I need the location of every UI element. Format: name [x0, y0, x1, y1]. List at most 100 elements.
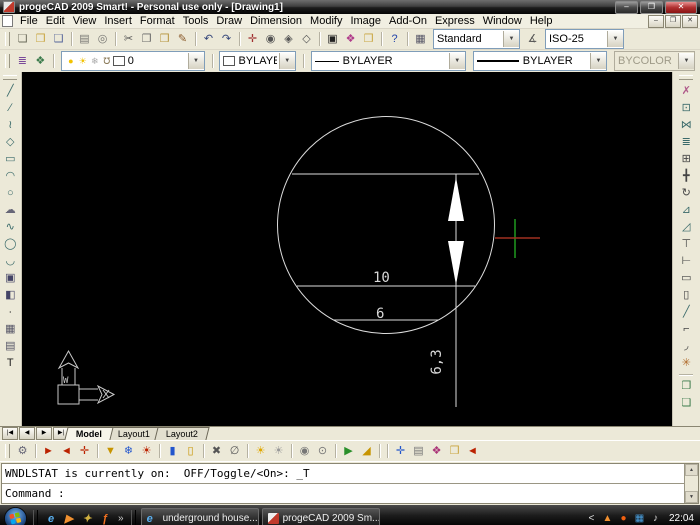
mdi-restore-button[interactable]: ❐	[665, 15, 681, 28]
padlock-closed-icon[interactable]: ▮	[164, 444, 181, 459]
padlock-open-icon[interactable]: ▯	[182, 444, 199, 459]
fillet-icon[interactable]: ◞	[678, 338, 695, 354]
cut-icon[interactable]: ✂	[120, 32, 137, 47]
group-icon[interactable]: ❏	[678, 395, 695, 411]
text-style-combo[interactable]: Standard ▼	[433, 29, 520, 49]
yellow-folder-icon[interactable]: ❒	[446, 444, 463, 459]
grey-sun-all-icon[interactable]: ☀	[270, 444, 287, 459]
edit-polyline-icon[interactable]: ▯	[678, 287, 695, 303]
match-properties-icon[interactable]: ✎	[174, 32, 191, 47]
zoom-realtime-icon[interactable]: ◉	[262, 32, 279, 47]
chevron-down-icon[interactable]: ▼	[607, 31, 623, 47]
chevron-down-icon[interactable]: ▼	[188, 53, 204, 69]
chevron-down-icon[interactable]: ▼	[449, 53, 465, 69]
restore-button[interactable]: ❐	[640, 1, 663, 14]
copy-icon[interactable]: ❐	[138, 32, 155, 47]
minimize-button[interactable]: –	[615, 1, 638, 14]
design-center-icon[interactable]: ❖	[342, 32, 359, 47]
volume-icon[interactable]: ♪	[649, 512, 662, 525]
mdi-minimize-button[interactable]: –	[648, 15, 664, 28]
menu-insert[interactable]: Insert	[100, 15, 136, 27]
undo-icon[interactable]: ↶	[200, 32, 217, 47]
chevron-down-icon[interactable]: ▼	[503, 31, 519, 47]
overflow-chevron-icon[interactable]: »	[116, 513, 126, 524]
stretch-icon[interactable]: ◿	[678, 219, 695, 235]
arc-icon[interactable]: ◠	[2, 168, 19, 184]
prev-tab-button[interactable]: ◀	[19, 427, 35, 440]
text-icon[interactable]: T	[2, 355, 19, 371]
new-icon[interactable]: ❏	[14, 32, 31, 47]
copy-object-icon[interactable]: ⊡	[678, 100, 695, 116]
clock[interactable]: 22:04	[669, 513, 694, 524]
layer-padlock-open-icon[interactable]: ℧	[101, 55, 113, 67]
circle-ring-icon[interactable]: ⊙	[314, 444, 331, 459]
command-input-line[interactable]: Command :	[2, 484, 684, 503]
toolbar-grip[interactable]	[5, 32, 10, 46]
chamfer-icon[interactable]: ⌐	[678, 321, 695, 337]
toolbar-grip[interactable]	[5, 54, 10, 68]
menu-image[interactable]: Image	[346, 15, 385, 27]
layer-viewport-freeze-icon[interactable]: ❄	[89, 55, 101, 67]
green-flag-icon[interactable]: ▶	[340, 444, 357, 459]
toolbar-grip[interactable]	[5, 444, 10, 458]
layer-sun-icon[interactable]: ☀	[77, 55, 89, 67]
menu-help[interactable]: Help	[526, 15, 557, 27]
print-preview-icon[interactable]: ◎	[94, 32, 111, 47]
tab-layout1[interactable]: Layout1	[106, 427, 161, 440]
hatch-icon[interactable]: ▦	[2, 321, 19, 337]
scroll-down-icon[interactable]: ▼	[685, 491, 698, 503]
extend-icon[interactable]: ⊢	[678, 253, 695, 269]
red-arrow-left-icon[interactable]: ◄	[58, 444, 75, 459]
taskbar-grip[interactable]	[131, 510, 136, 525]
layer-bulb-icon[interactable]: ●	[65, 55, 77, 67]
color-combo[interactable]: BYLAYER ▼	[219, 51, 295, 71]
blue-snowflake-icon[interactable]: ❄	[120, 444, 137, 459]
scale-icon[interactable]: ⊿	[678, 202, 695, 218]
yellow-sun-all-icon[interactable]: ☀	[252, 444, 269, 459]
copy-nested-icon[interactable]: ❐	[678, 378, 695, 394]
layer-combo[interactable]: ●☀❄℧ 0 ▼	[61, 51, 205, 71]
tray-orange-app-icon[interactable]: ▲	[601, 512, 614, 525]
drawing-canvas[interactable]: 10 6 6,3	[22, 72, 672, 426]
menu-view[interactable]: View	[69, 15, 101, 27]
image-icon[interactable]: ▤	[2, 338, 19, 354]
redo-icon[interactable]: ↷	[218, 32, 235, 47]
first-tab-button[interactable]: |◀	[2, 427, 18, 440]
mirror-icon[interactable]: ⋈	[678, 117, 695, 133]
color-letters-icon[interactable]: ❖	[428, 444, 445, 459]
scroll-up-icon[interactable]: ▲	[685, 464, 698, 476]
command-scrollbar[interactable]: ▲ ▼	[684, 464, 698, 503]
network-icon[interactable]: ▦	[633, 512, 646, 525]
empty-set-icon[interactable]: ∅	[226, 444, 243, 459]
x-all-icon[interactable]: ✖	[208, 444, 225, 459]
menu-express[interactable]: Express	[431, 15, 479, 27]
blue-cross-icon[interactable]: ✛	[392, 444, 409, 459]
tray-chevron-icon[interactable]: <	[585, 512, 598, 525]
rotate-icon[interactable]: ↻	[678, 185, 695, 201]
toolbar-grip[interactable]	[3, 75, 17, 80]
start-button[interactable]	[3, 506, 28, 525]
firefox-icon[interactable]: ƒ	[97, 511, 113, 525]
zoom-previous-icon[interactable]: ◇	[298, 32, 315, 47]
dim-style-combo[interactable]: ISO-25 ▼	[545, 29, 624, 49]
red-cross-icon[interactable]: ✛	[76, 444, 93, 459]
red-arrow-right-icon[interactable]: ►	[40, 444, 57, 459]
internet-explorer-icon[interactable]: e	[43, 511, 59, 525]
break-icon[interactable]: ▭	[678, 270, 695, 286]
circle-dot-icon[interactable]: ◉	[296, 444, 313, 459]
render-icon[interactable]: ▣	[324, 32, 341, 47]
close-button[interactable]: ✕	[665, 1, 697, 14]
menu-dimension[interactable]: Dimension	[246, 15, 306, 27]
task-button-browser[interactable]: e underground house...	[141, 508, 259, 525]
chevron-down-icon[interactable]: ▼	[590, 53, 606, 69]
next-tab-button[interactable]: ▶	[36, 427, 52, 440]
gear-icon[interactable]: ⚙	[14, 444, 31, 459]
drawing-svg[interactable]: 10 6 6,3	[22, 72, 672, 426]
zoom-window-icon[interactable]: ◈	[280, 32, 297, 47]
tray-firefox-icon[interactable]: ●	[617, 512, 630, 525]
help-icon[interactable]: ?	[386, 32, 403, 47]
ellipse-arc-icon[interactable]: ◡	[2, 253, 19, 269]
polygon-icon[interactable]: ◇	[2, 134, 19, 150]
dimension-style-icon[interactable]: ∡	[524, 32, 541, 47]
construction-line-icon[interactable]: ∕	[2, 100, 19, 116]
